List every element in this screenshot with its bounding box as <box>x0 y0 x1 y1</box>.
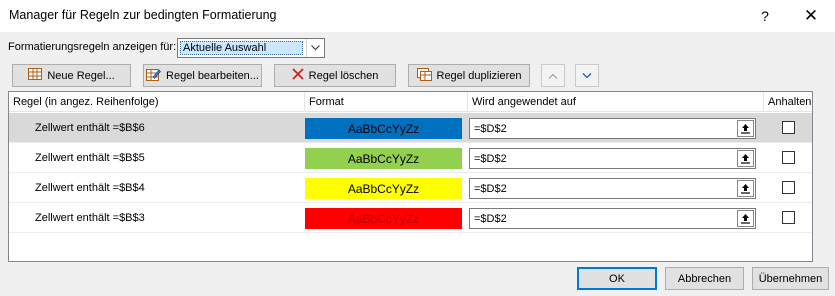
table-row[interactable]: Zellwert enthält =$B$3 AaBbCcYyZz <box>9 203 812 233</box>
collapse-dialog-icon[interactable] <box>737 120 754 137</box>
applies-to-field[interactable] <box>469 208 756 229</box>
column-header-stop[interactable]: Anhalten <box>764 92 812 112</box>
new-rule-label: Neue Regel... <box>47 69 115 82</box>
format-preview: AaBbCcYyZz <box>305 178 462 199</box>
rule-description: Zellwert enthält =$B$5 <box>35 152 145 164</box>
delete-rule-label: Regel löschen <box>308 69 379 82</box>
applies-to-input[interactable] <box>472 181 732 196</box>
applies-to-input[interactable] <box>472 211 732 226</box>
move-up-button[interactable] <box>541 64 565 87</box>
chevron-down-icon <box>582 70 592 82</box>
edit-rule-button[interactable]: Regel bearbeiten... <box>143 64 262 87</box>
apply-button[interactable]: Übernehmen <box>752 267 829 290</box>
applies-to-field[interactable] <box>469 148 756 169</box>
cancel-button[interactable]: Abbrechen <box>665 267 744 290</box>
table-row[interactable]: Zellwert enthält =$B$6 AaBbCcYyZz <box>9 113 812 143</box>
format-preview: AaBbCcYyZz <box>305 118 462 139</box>
stop-if-true-checkbox[interactable] <box>782 151 795 164</box>
table-row[interactable]: Zellwert enthält =$B$4 AaBbCcYyZz <box>9 173 812 203</box>
column-header-rule[interactable]: Regel (in angez. Reihenfolge) <box>9 92 305 112</box>
collapse-dialog-icon[interactable] <box>737 150 754 167</box>
stop-if-true-checkbox[interactable] <box>782 211 795 224</box>
show-rules-label: Formatierungsregeln anzeigen für: <box>8 41 177 53</box>
show-rules-select[interactable]: Aktuelle Auswahl <box>177 38 325 58</box>
window-title: Manager für Regeln zur bedingten Formati… <box>9 8 277 22</box>
applies-to-input[interactable] <box>472 121 732 136</box>
rule-description: Zellwert enthält =$B$4 <box>35 182 145 194</box>
title-bar: Manager für Regeln zur bedingten Formati… <box>0 0 835 32</box>
collapse-dialog-icon[interactable] <box>737 180 754 197</box>
rule-description: Zellwert enthält =$B$3 <box>35 212 145 224</box>
format-preview: AaBbCcYyZz <box>305 148 462 169</box>
stop-if-true-checkbox[interactable] <box>782 181 795 194</box>
edit-rule-icon <box>146 68 161 84</box>
duplicate-rule-label: Regel duplizieren <box>436 69 522 82</box>
applies-to-field[interactable] <box>469 178 756 199</box>
duplicate-rule-button[interactable]: Regel duplizieren <box>408 64 530 87</box>
table-header: Regel (in angez. Reihenfolge) Format Wir… <box>9 92 812 112</box>
new-rule-icon <box>28 68 43 83</box>
chevron-up-icon <box>548 70 558 82</box>
applies-to-input[interactable] <box>472 151 732 166</box>
duplicate-rule-icon <box>416 67 432 84</box>
show-rules-selected-value: Aktuelle Auswahl <box>180 41 303 55</box>
new-rule-button[interactable]: Neue Regel... <box>12 64 131 87</box>
format-preview: AaBbCcYyZz <box>305 208 462 229</box>
help-button[interactable]: ? <box>742 0 788 32</box>
table-row[interactable]: Zellwert enthält =$B$5 AaBbCcYyZz <box>9 143 812 173</box>
stop-if-true-checkbox[interactable] <box>782 121 795 134</box>
rules-table: Regel (in angez. Reihenfolge) Format Wir… <box>8 91 813 262</box>
delete-rule-button[interactable]: Regel löschen <box>274 64 396 87</box>
collapse-dialog-icon[interactable] <box>737 210 754 227</box>
close-button[interactable]: ✕ <box>788 0 834 32</box>
edit-rule-label: Regel bearbeiten... <box>166 69 259 82</box>
column-header-format[interactable]: Format <box>305 92 468 112</box>
ok-button[interactable]: OK <box>577 267 657 290</box>
move-down-button[interactable] <box>575 64 599 87</box>
rule-description: Zellwert enthält =$B$6 <box>35 122 145 134</box>
delete-icon <box>292 68 304 83</box>
applies-to-field[interactable] <box>469 118 756 139</box>
column-header-applies-to[interactable]: Wird angewendet auf <box>468 92 764 112</box>
chevron-down-icon[interactable] <box>306 39 324 57</box>
